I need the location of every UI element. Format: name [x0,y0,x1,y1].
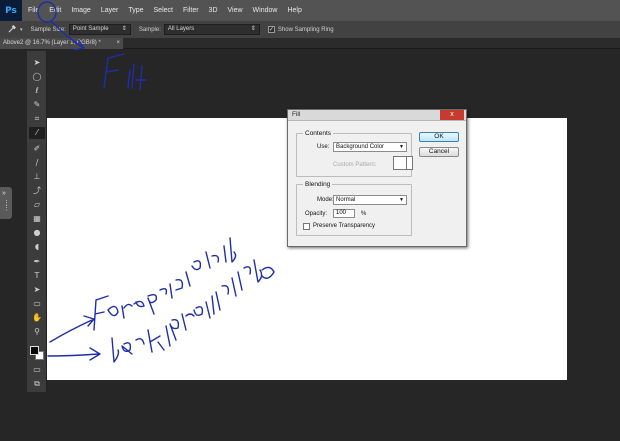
sample-label: Sample: [138,26,161,33]
brush-tool-icon[interactable]: ∕ [29,157,45,169]
expand-panel-icon[interactable]: » [2,190,6,197]
menu-bar: Ps File Edit Image Layer Type Select Fil… [0,0,620,21]
eyedropper-tool-icon[interactable]: ⁄ [29,127,45,139]
use-value: Background Color [336,144,385,150]
pen-tool-icon[interactable]: ✒ [29,256,45,268]
chevron-updown-icon: ⇕ [121,26,127,32]
document-tab-bar: Above2 @ 16.7% (Layer 1, RGB/8) * × [0,38,620,49]
clone-stamp-tool-icon[interactable]: ⊥ [29,171,45,183]
dropdown-arrow-icon: ▼ [399,144,404,150]
menu-select[interactable]: Select [149,0,178,21]
close-icon[interactable]: x [440,110,464,120]
dialog-title: Fill [292,111,301,118]
marquee-tool-icon[interactable]: ◯ [29,71,45,83]
document-tab-label: Above2 @ 16.7% (Layer 1, RGB/8) * [3,40,101,46]
menu-file[interactable]: File [23,0,44,21]
grip-icon[interactable]: ⋮ ⋮ [3,200,10,212]
menu-layer[interactable]: Layer [96,0,124,21]
gradient-tool-icon[interactable]: ▦ [29,213,45,225]
history-brush-tool-icon[interactable]: ⤴ [29,185,45,197]
zoom-tool-icon[interactable]: ⚲ [29,326,45,338]
healing-brush-tool-icon[interactable]: ✐ [29,143,45,155]
sample-size-label: Sample Size: [30,26,66,33]
cancel-button[interactable]: Cancel [419,147,459,157]
eyedropper-icon[interactable] [8,24,17,35]
document-tab[interactable]: Above2 @ 16.7% (Layer 1, RGB/8) * × [0,38,123,49]
eraser-tool-icon[interactable]: ▱ [29,199,45,211]
opacity-label: Opacity: [305,211,328,217]
mode-value: Normal [336,197,356,203]
menu-filter[interactable]: Filter [178,0,204,21]
blending-group-title: Blending [303,181,333,188]
preserve-transparency-checkbox[interactable] [303,223,310,230]
preserve-transparency-label: Preserve Transparency [313,223,376,229]
foreground-color-swatch[interactable] [30,346,39,355]
sample-select[interactable]: All Layers ⇕ [163,24,260,35]
fill-dialog: Fill x Contents Use: Background Color ▼ … [287,109,467,247]
toolbox: ➤ ◯ ℓ ✎ ⌗ ⁄ ✐ ∕ ⊥ ⤴ ▱ ▦ ● ◖ ✒ T ➤ ▭ ✋ ⚲ … [27,51,47,392]
opacity-unit: % [361,211,367,217]
sample-size-value: Point Sample [72,26,109,32]
path-selection-tool-icon[interactable]: ➤ [29,284,45,296]
custom-pattern-picker [393,156,413,170]
collapsed-panel-dock[interactable]: » ⋮ ⋮ [0,187,12,219]
move-tool-icon[interactable]: ➤ [29,57,45,69]
rectangle-tool-icon[interactable]: ▭ [29,298,45,310]
use-label: Use: [317,144,330,150]
type-tool-icon[interactable]: T [29,270,45,282]
use-dropdown[interactable]: Background Color ▼ [333,142,407,152]
quick-selection-tool-icon[interactable]: ✎ [29,99,45,111]
hand-tool-icon[interactable]: ✋ [29,312,45,324]
ok-button[interactable]: OK [419,132,459,142]
lasso-tool-icon[interactable]: ℓ [29,85,45,97]
menu-help[interactable]: Help [282,0,306,21]
fill-note-strokes [103,53,147,91]
menu-view[interactable]: View [223,0,248,21]
contents-group-title: Contents [303,130,334,137]
custom-pattern-label: Custom Pattern: [333,162,377,168]
chevron-updown-icon: ⇕ [250,26,256,32]
show-sampling-ring-checkbox[interactable]: ✓ [267,26,275,33]
menu-window[interactable]: Window [248,0,283,21]
mode-dropdown[interactable]: Normal ▼ [333,195,407,205]
menu-list: File Edit Image Layer Type Select Filter… [23,0,307,21]
menu-type[interactable]: Type [123,0,148,21]
dropdown-arrow-icon: ▼ [399,197,404,203]
menu-image[interactable]: Image [66,0,95,21]
show-sampling-ring-label: Show Sampling Ring [277,26,334,33]
tool-preset-arrow-icon[interactable]: ▾ [20,27,23,33]
opacity-input[interactable]: 100 [333,209,355,218]
dodge-tool-icon[interactable]: ◖ [29,241,45,253]
sample-value: All Layers [167,26,195,32]
options-bar: ▾ Sample Size: Point Sample ⇕ Sample: Al… [0,21,620,38]
dialog-titlebar[interactable]: Fill x [288,110,466,121]
menu-3d[interactable]: 3D [204,0,223,21]
quick-mask-icon[interactable]: ▭ [29,364,45,376]
screen-mode-icon[interactable]: ⧉ [29,378,45,390]
crop-tool-icon[interactable]: ⌗ [29,113,45,125]
contents-group: Contents Use: Background Color ▼ Custom … [296,130,413,177]
blur-tool-icon[interactable]: ● [29,227,45,239]
mode-label: Mode: [317,197,334,203]
menu-edit[interactable]: Edit [44,0,66,21]
sample-size-select[interactable]: Point Sample ⇕ [68,24,131,35]
blending-group: Blending Mode: Normal ▼ Opacity: 100 % P… [296,181,412,236]
close-icon[interactable]: × [116,38,120,49]
photoshop-logo: Ps [0,0,22,21]
